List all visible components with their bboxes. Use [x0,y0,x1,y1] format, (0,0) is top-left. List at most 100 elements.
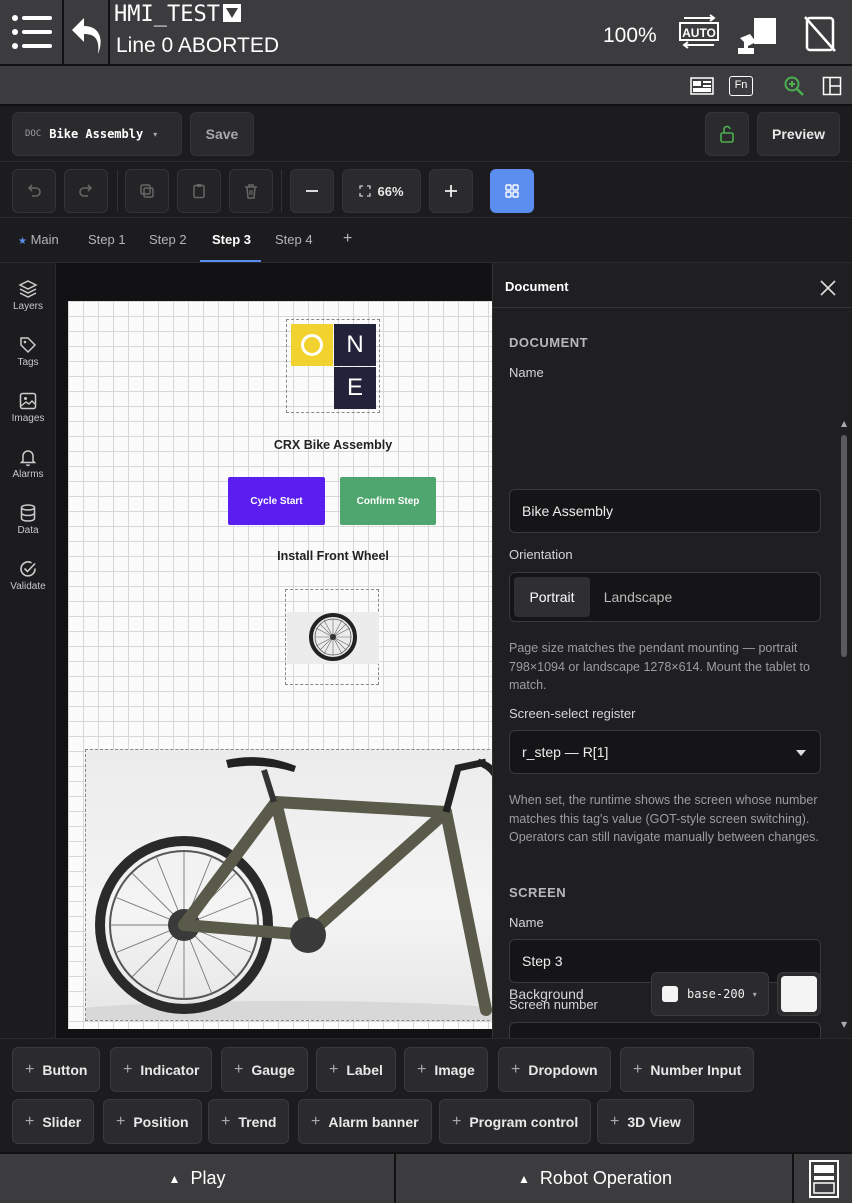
add-dropdown-widget[interactable]: + Dropdown [498,1047,611,1092]
add-position-widget[interactable]: + Position [103,1099,202,1144]
logo-letter-n: N [334,324,376,366]
sidebar-item-data[interactable]: Data [0,497,56,553]
sidebar-item-tags[interactable]: Tags [0,329,56,385]
edit-toolbar: 66% [0,162,852,218]
layers-icon [18,280,38,298]
panel-title: Document [505,279,569,294]
delete-button[interactable] [229,169,273,213]
grid-icon [505,184,519,198]
document-bar: DOC Bike Assembly ▾ Save Preview [0,106,852,162]
step-instruction[interactable]: Install Front Wheel [68,549,492,563]
save-button[interactable]: Save [190,112,254,156]
orientation-label: Orientation [509,547,573,562]
document-selector[interactable]: DOC Bike Assembly ▾ [12,112,182,156]
background-token-select[interactable]: base-200 ▾ [651,972,769,1016]
auto-mode-icon[interactable]: AUTO [676,14,722,54]
add-button-widget[interactable]: + Button [12,1047,101,1092]
register-label: Screen-select register [509,706,636,721]
document-name-input[interactable]: Bike Assembly [509,489,821,533]
screen-heading[interactable]: CRX Bike Assembly [68,438,492,452]
preview-button[interactable]: Preview [757,112,840,156]
split-view-icon[interactable] [822,76,842,96]
printer-icon [809,1159,839,1198]
paste-button[interactable] [177,169,221,213]
sidebar-item-images[interactable]: Images [0,385,56,441]
logo-image[interactable]: N E [286,319,380,413]
register-help: When set, the runtime shows the screen w… [509,793,819,844]
zoom-out-button[interactable] [290,169,334,213]
wheel-icon [309,613,357,661]
clipboard-icon [193,184,205,199]
redo-button[interactable] [64,169,108,213]
add-image-widget[interactable]: + Image [404,1047,488,1092]
database-icon [20,504,36,522]
wheel-image[interactable] [285,589,379,685]
tab-step-1[interactable]: Step 1 [88,232,126,247]
scroll-up-icon[interactable]: ▲ [841,419,847,428]
scroll-down-icon[interactable]: ▼ [841,1020,847,1029]
copy-button[interactable] [125,169,169,213]
confirm-step-button[interactable]: Confirm Step [340,477,436,525]
bike-image[interactable] [85,749,492,1021]
tab-step-2[interactable]: Step 2 [149,232,187,247]
tag-icon [20,337,37,354]
orientation-landscape[interactable]: Landscape [594,577,682,617]
panel-scrollbar[interactable]: ▲ ▼ [839,419,849,1029]
editor-sidebar: Layers Tags Images Alarms Data Validate [0,263,56,1038]
toolbar-divider [281,170,282,212]
override-percent[interactable]: 100% [603,24,657,48]
cycle-start-button[interactable]: Cycle Start [228,477,325,525]
back-button[interactable] [64,0,110,64]
close-icon[interactable] [819,279,837,297]
bicycle-icon [86,757,492,1020]
zoom-in-icon[interactable] [783,75,805,97]
orientation-portrait[interactable]: Portrait [514,577,590,617]
hamburger-icon [12,15,52,49]
sidebar-item-alarms[interactable]: Alarms [0,441,56,497]
robot-operation-button[interactable]: ▲ Robot Operation [398,1154,794,1203]
hmi-editor: DOC Bike Assembly ▾ Save Preview 66% ★ M… [0,106,852,1066]
add-tab-button[interactable]: + [343,230,352,248]
add-trend-widget[interactable]: + Trend [208,1099,290,1144]
background-color-picker[interactable] [777,972,821,1016]
lock-toggle-button[interactable] [705,112,749,156]
secondary-toolbar: Fn [0,66,852,106]
tab-step-3[interactable]: Step 3 [212,232,251,247]
tab-main[interactable]: ★ Main [18,232,59,247]
add-label-widget[interactable]: + Label [316,1047,396,1092]
add-slider-widget[interactable]: + Slider [12,1099,95,1144]
pendant-view-button[interactable] [796,1154,852,1203]
add-program-control-widget[interactable]: + Program control [439,1099,592,1144]
display-layout-icon[interactable] [690,77,714,95]
teach-pendant-icon[interactable] [736,16,778,60]
zoom-in-button[interactable] [429,169,473,213]
fn-key-button[interactable]: Fn [729,76,753,96]
tablet-disabled-icon[interactable] [802,15,838,57]
add-number-input-widget[interactable]: + Number Input [620,1047,755,1092]
screen-page[interactable]: N E CRX Bike Assembly Cycle Start Confir… [68,301,492,1029]
program-title[interactable]: HMI_TEST [114,2,241,27]
section-document: DOCUMENT [509,335,589,350]
add-gauge-widget[interactable]: + Gauge [221,1047,308,1092]
sidebar-item-layers[interactable]: Layers [0,273,56,329]
add-alarm-banner-widget[interactable]: + Alarm banner [298,1099,432,1144]
add-indicator-widget[interactable]: + Indicator [110,1047,213,1092]
register-select[interactable]: r_step — R[1] [509,730,821,774]
grid-toggle-button[interactable] [490,169,534,213]
add-3d-view-widget[interactable]: +3D View [597,1099,694,1144]
undo-button[interactable] [12,169,56,213]
zoom-level[interactable]: 66% [342,169,421,213]
chevron-down-icon: ▾ [153,129,158,139]
scrollbar-thumb[interactable] [841,435,847,657]
tab-step-4[interactable]: Step 4 [275,232,313,247]
menu-button[interactable] [0,0,64,64]
check-circle-icon [20,561,36,577]
screen-tabs: ★ Main Step 1 Step 2 Step 3 Step 4 + [0,218,852,263]
design-canvas[interactable]: N E CRX Bike Assembly Cycle Start Confir… [56,263,492,1038]
plus-icon [445,185,457,197]
bell-icon [19,450,37,467]
sidebar-item-validate[interactable]: Validate [0,553,56,609]
section-screen: SCREEN [509,885,567,900]
play-button[interactable]: ▲ Play [0,1154,396,1203]
svg-text:AUTO: AUTO [682,26,716,40]
